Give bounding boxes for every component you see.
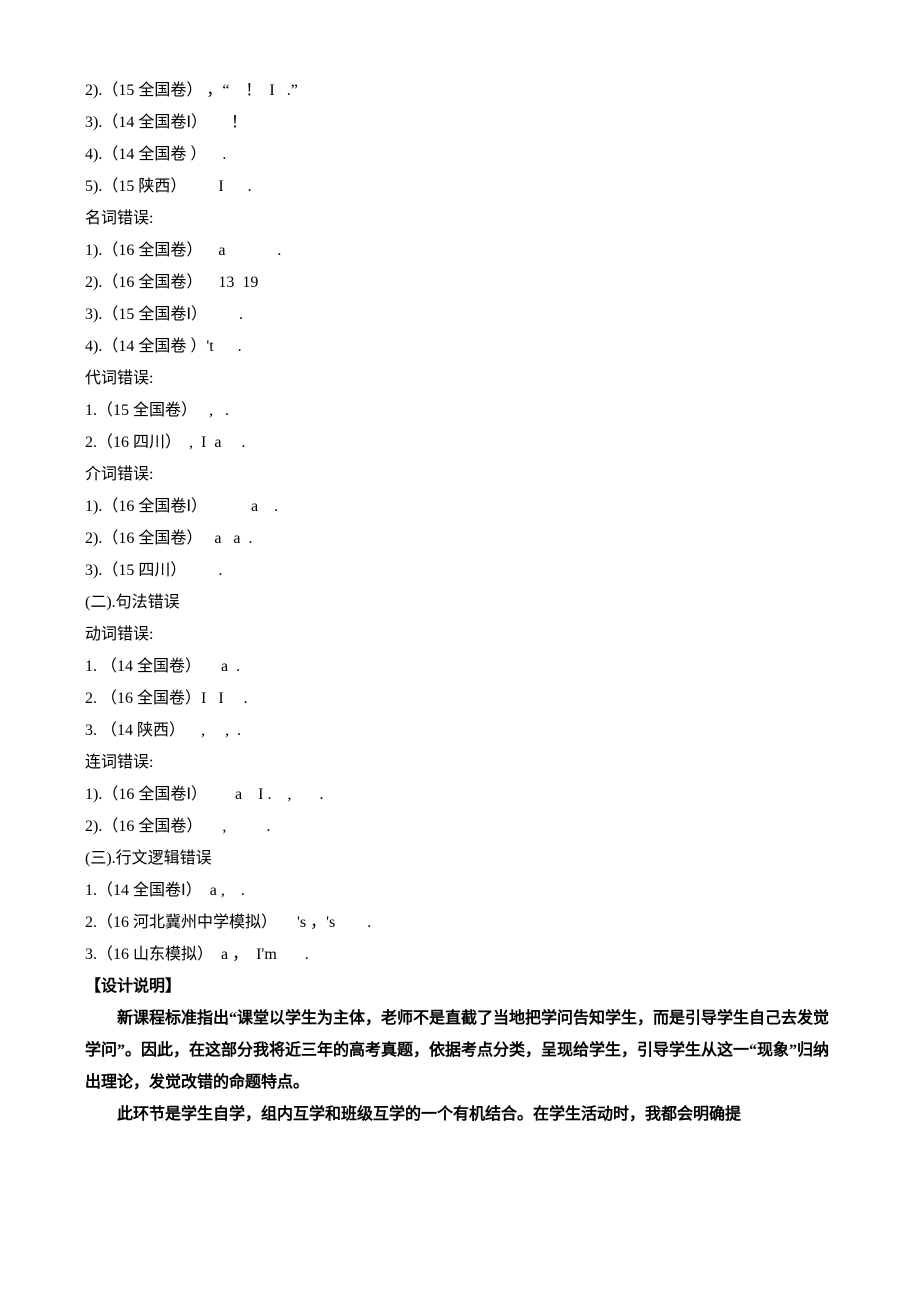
exam-item: 1. （14 全国卷） a . [85, 651, 835, 683]
exam-item: 2. （16 全国卷）I I . [85, 683, 835, 715]
exam-item: 3.（16 山东模拟） a ， I'm . [85, 939, 835, 971]
exam-item: 2.（16 河北冀州中学模拟） 's ，'s . [85, 907, 835, 939]
exam-item: 2).（15 全国卷） ，“ ！ I .” [85, 75, 835, 107]
exam-item: 1.（15 全国卷） , . [85, 395, 835, 427]
design-paragraph: 新课程标准指出“课堂以学生为主体，老师不是直截了当地把学问告知学生，而是引导学生… [85, 1003, 835, 1099]
exam-item: 3. （14 陕西） , , . [85, 715, 835, 747]
section-heading: 名词错误: [85, 203, 835, 235]
section-heading: 代词错误: [85, 363, 835, 395]
section-heading: 动词错误: [85, 619, 835, 651]
document-page: 2).（15 全国卷） ，“ ！ I .” 3).（14 全国卷Ⅰ） ！ 4).… [0, 0, 920, 1181]
design-paragraph: 此环节是学生自学，组内互学和班级互学的一个有机结合。在学生活动时，我都会明确提 [85, 1099, 835, 1131]
section-heading: 介词错误: [85, 459, 835, 491]
exam-item: 1.（14 全国卷Ⅰ） a , . [85, 875, 835, 907]
exam-item: 3).（14 全国卷Ⅰ） ！ [85, 107, 835, 139]
section-heading: 连词错误: [85, 747, 835, 779]
exam-item: 4).（14 全国卷 ） . [85, 139, 835, 171]
exam-item: 2.（16 四川） , I a . [85, 427, 835, 459]
section-heading: (二).句法错误 [85, 587, 835, 619]
design-heading: 【设计说明】 [85, 971, 835, 1003]
exam-item: 1).（16 全国卷Ⅰ） a I . , . [85, 779, 835, 811]
exam-item: 3).（15 全国卷Ⅰ） . [85, 299, 835, 331]
exam-item: 5).（15 陕西） I . [85, 171, 835, 203]
exam-item: 1).（16 全国卷Ⅰ） a . [85, 491, 835, 523]
exam-item: 2).（16 全国卷） a a . [85, 523, 835, 555]
exam-item: 1).（16 全国卷） a . [85, 235, 835, 267]
exam-item: 2).（16 全国卷） , . [85, 811, 835, 843]
exam-item: 3).（15 四川） . [85, 555, 835, 587]
exam-item: 4).（14 全国卷 ）'t . [85, 331, 835, 363]
section-heading: (三).行文逻辑错误 [85, 843, 835, 875]
exam-item: 2).（16 全国卷） 13 19 [85, 267, 835, 299]
